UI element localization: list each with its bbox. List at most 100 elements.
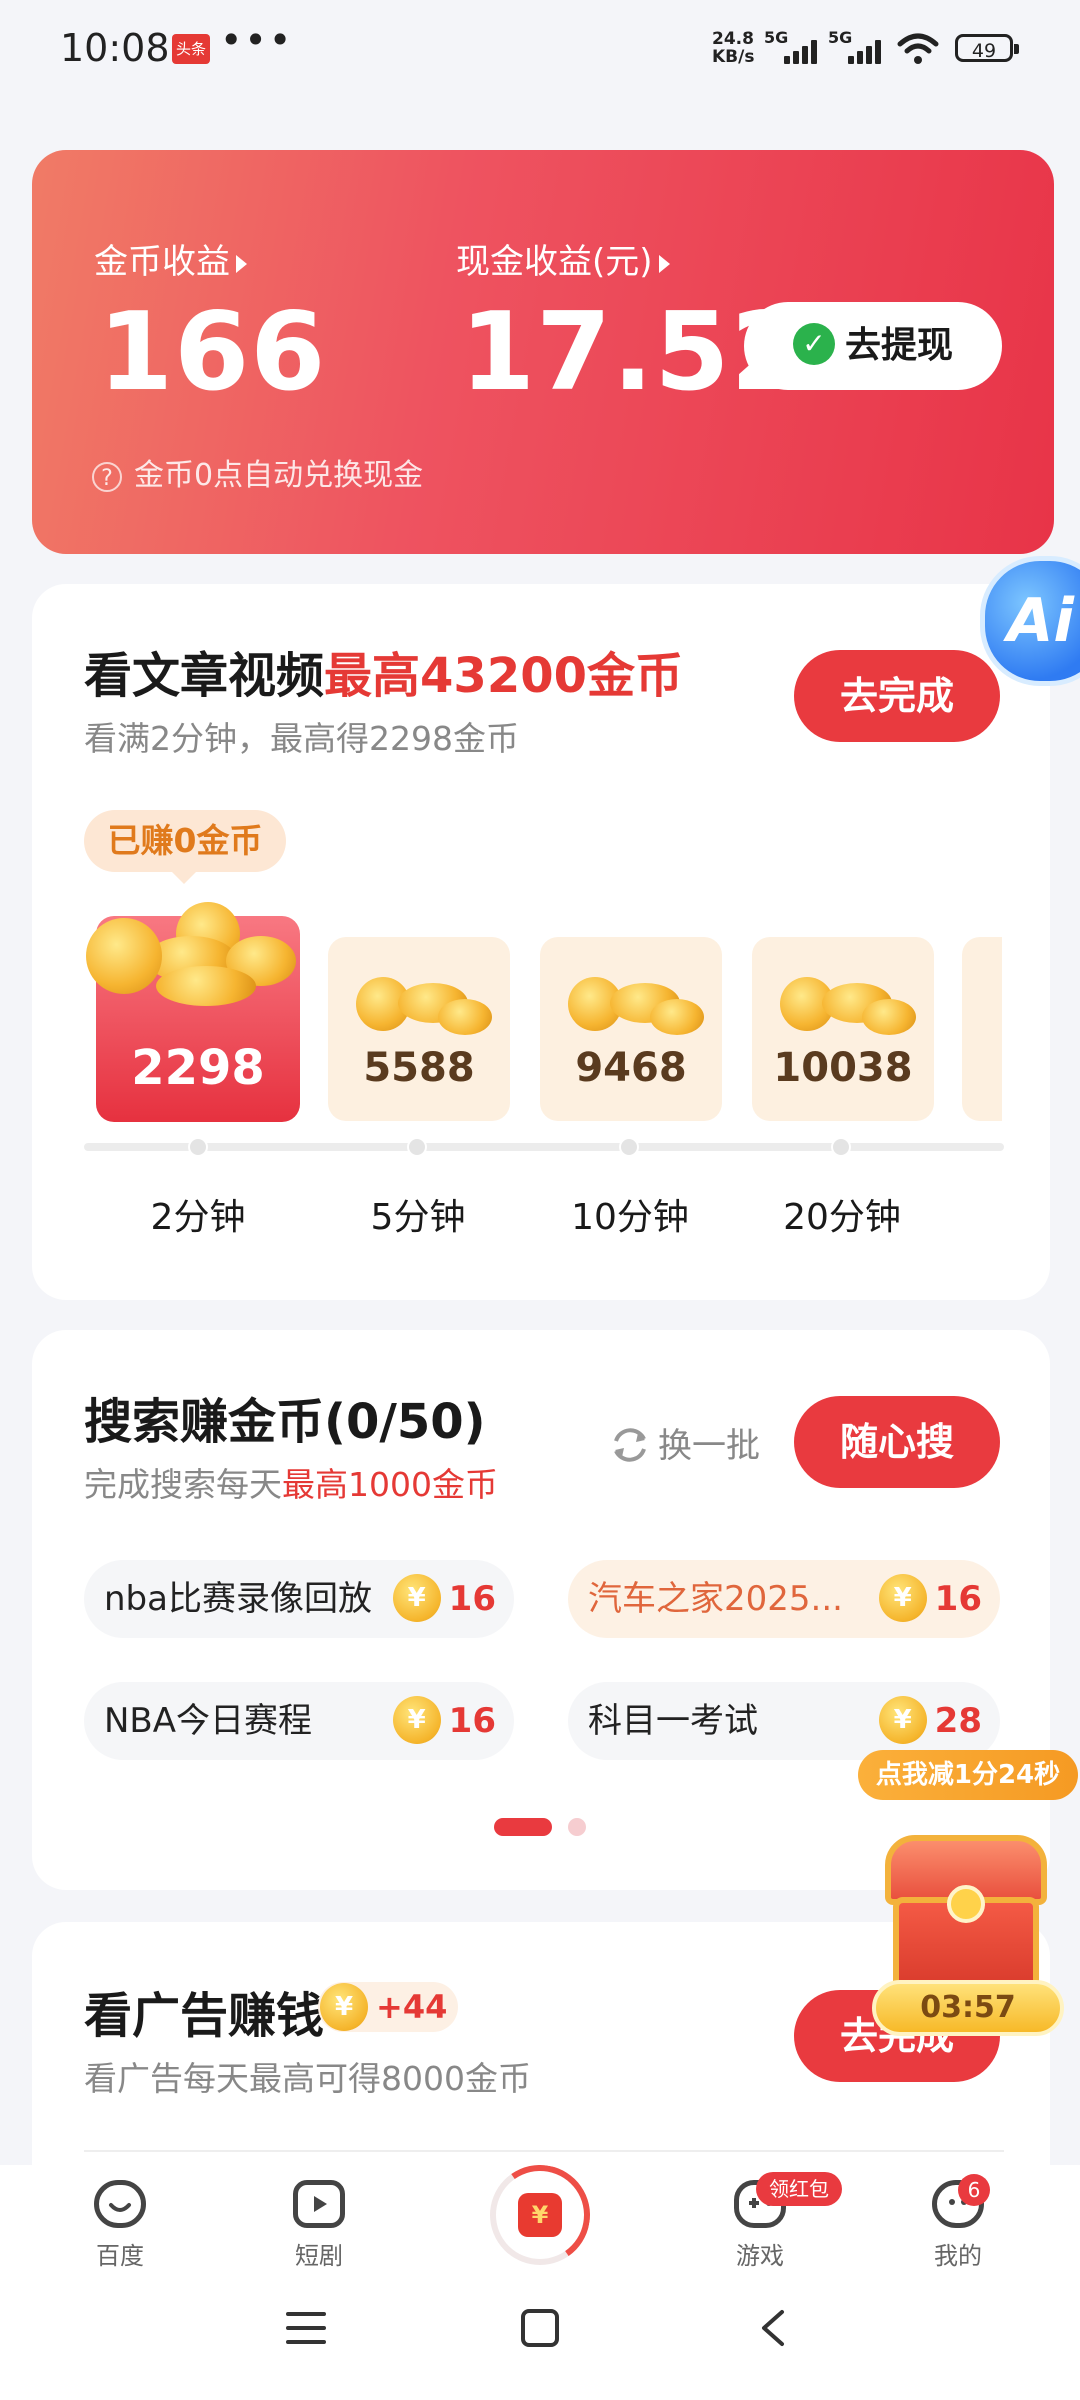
reward-value: 5588: [363, 1045, 475, 1091]
nav-label: 我的: [934, 2242, 982, 2270]
watch-task-highlight: 最高43200金币: [324, 648, 684, 704]
reduce-time-bubble[interactable]: 点我减1分24秒: [858, 1750, 1078, 1800]
pager-dot-active[interactable]: [494, 1818, 552, 1836]
help-icon[interactable]: ?: [92, 462, 122, 492]
home-icon[interactable]: [520, 2308, 560, 2348]
progress-dot: [407, 1137, 427, 1157]
time-label: 20分钟: [783, 1197, 901, 1238]
arrow-right-icon: [236, 254, 247, 273]
chip-text: 科目一考试: [588, 1701, 758, 1741]
search-task-highlight: 最高1000金币: [282, 1465, 498, 1504]
play-video-icon: [293, 2180, 345, 2228]
watch-task-complete-button[interactable]: 去完成: [794, 650, 1000, 742]
time-label: 10分钟: [571, 1197, 689, 1238]
reward-tile[interactable]: 10038: [752, 937, 934, 1121]
yen-coin-icon: ¥: [392, 1695, 441, 1744]
chest-countdown: 03:57: [872, 1980, 1064, 2036]
divider: [84, 2150, 1004, 2152]
wechat-check-icon: ✓: [792, 323, 835, 365]
wifi-icon: [897, 33, 939, 64]
chip-text: 汽车之家2025...: [588, 1579, 843, 1619]
ad-task-title: 看广告赚钱: [84, 1988, 325, 2044]
treasure-chest-icon[interactable]: [875, 1835, 1057, 1995]
reward-tile[interactable]: 5588: [328, 937, 510, 1121]
reward-value: 10038: [773, 1045, 913, 1091]
random-search-button[interactable]: 随心搜: [794, 1396, 1000, 1488]
progress-dot: [831, 1137, 851, 1157]
cash-earnings-link[interactable]: 现金收益(元): [456, 234, 670, 283]
red-packet-badge: 领红包: [756, 2172, 842, 2206]
reward-value: 2298: [131, 1040, 265, 1096]
earnings-card: 金币收益 166 现金收益(元) 17.52 ✓ 去提现 ? 金币0点自动兑换现金: [32, 150, 1054, 554]
time-label: 5分钟: [370, 1197, 466, 1238]
nav-item-drama[interactable]: 短剧: [249, 2180, 389, 2271]
ad-bonus-value: +44: [376, 1988, 448, 2026]
yen-coin-icon: ¥: [878, 1695, 927, 1744]
system-nav-bar: [0, 2280, 1080, 2400]
back-icon[interactable]: [758, 2308, 788, 2348]
net-speed: 24.8 KB/s: [712, 30, 754, 66]
yen-coin-icon: ¥: [392, 1573, 441, 1622]
exchange-hint: ? 金币0点自动兑换现金: [92, 450, 423, 494]
chip-text: NBA今日赛程: [104, 1701, 313, 1741]
withdraw-label: 去提现: [844, 325, 953, 366]
search-task-subtitle: 完成搜索每天最高1000金币: [84, 1465, 498, 1504]
chip-points: ¥16: [392, 1682, 496, 1760]
nav-label: 短剧: [295, 2242, 343, 2270]
red-envelope-center-button[interactable]: ¥: [490, 2165, 590, 2265]
chip-points: ¥16: [392, 1560, 496, 1638]
search-suggestion-chip[interactable]: 科目一考试 ¥28: [568, 1682, 1000, 1760]
gold-coins-icon: [86, 896, 306, 1016]
coin-earnings-label: 金币收益: [94, 242, 230, 282]
progress-dot: [619, 1137, 639, 1157]
nav-label: 百度: [96, 2242, 144, 2270]
earned-coins-tag: 已赚0金币: [84, 810, 286, 884]
time-label: 2分钟: [150, 1197, 246, 1238]
reward-value: 9468: [575, 1045, 687, 1091]
gold-coins-icon: [348, 957, 492, 1037]
chip-points: ¥16: [878, 1560, 982, 1638]
coin-earnings-link[interactable]: 金币收益: [94, 234, 247, 283]
battery-icon: 49: [955, 34, 1019, 62]
watch-task-title: 看文章视频最高43200金币: [84, 648, 684, 704]
coin-earnings-value: 166: [98, 290, 327, 415]
more-notifications-icon: •••: [220, 18, 294, 62]
clock: 10:08: [60, 26, 170, 70]
progress-dot: [188, 1137, 208, 1157]
exchange-hint-text: 金币0点自动兑换现金: [134, 458, 424, 493]
yen-coin-icon: ¥: [878, 1573, 927, 1622]
search-suggestion-chip[interactable]: NBA今日赛程 ¥16: [84, 1682, 514, 1760]
pager-dot[interactable]: [568, 1818, 586, 1836]
reward-tile[interactable]: 9468: [540, 937, 722, 1121]
toutiao-app-icon: 头条: [172, 34, 210, 64]
yen-coin-icon: ¥: [320, 1983, 368, 2031]
ad-bonus-badge: ¥ +44: [318, 1982, 458, 2032]
search-task-title: 搜索赚金币(0/50): [84, 1394, 486, 1450]
chip-points: ¥28: [878, 1682, 982, 1760]
gold-coins-icon: [560, 957, 704, 1037]
notification-badge: 6: [958, 2174, 990, 2206]
watch-task-subtitle: 看满2分钟，最高得2298金币: [84, 719, 519, 758]
menu-icon[interactable]: [286, 2310, 326, 2346]
net-speed-unit: KB/s: [712, 47, 755, 67]
signal-1-icon: 5G: [764, 28, 820, 64]
reward-tile-partial: [962, 937, 1002, 1121]
nav-label: 游戏: [736, 2242, 784, 2270]
ad-task-subtitle: 看广告每天最高可得8000金币: [84, 2059, 531, 2098]
search-suggestion-chip[interactable]: 汽车之家2025... ¥16: [568, 1560, 1000, 1638]
cash-earnings-label: 现金收益(元): [456, 242, 653, 282]
arrow-right-icon: [658, 254, 670, 273]
baidu-face-icon: [94, 2180, 146, 2228]
refresh-label: 换一批: [658, 1426, 760, 1466]
progress-track: [84, 1143, 1004, 1151]
refresh-batch-button[interactable]: 换一批: [608, 1418, 760, 1470]
reward-tile-active[interactable]: 2298: [86, 902, 300, 1122]
withdraw-button[interactable]: ✓ 去提现: [744, 302, 1002, 390]
nav-item-baidu[interactable]: 百度: [50, 2180, 190, 2271]
search-suggestion-chip[interactable]: nba比赛录像回放 ¥16: [84, 1560, 514, 1638]
chip-text: nba比赛录像回放: [104, 1579, 372, 1619]
red-envelope-icon: ¥: [518, 2193, 562, 2237]
ai-assistant-button[interactable]: Ai: [980, 556, 1080, 686]
refresh-icon: [614, 1427, 646, 1462]
net-speed-value: 24.8: [712, 29, 754, 49]
